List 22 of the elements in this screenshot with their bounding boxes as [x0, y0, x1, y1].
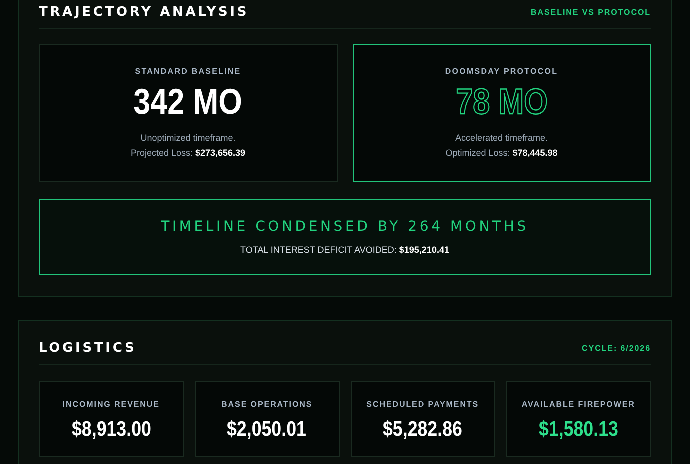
section-tag: BASELINE VS PROTOCOL — [531, 6, 651, 18]
card-label: STANDARD BASELINE — [135, 66, 242, 78]
card-value: 342 MO — [134, 84, 243, 120]
stat-value: $1,580.13 — [538, 418, 618, 440]
stat-label: SCHEDULED PAYMENTS — [366, 398, 480, 410]
section-tag: CYCLE: 6/2026 — [582, 342, 651, 354]
summary-detail: TOTAL INTEREST DEFICIT AVOIDED: $195,210.41 — [240, 244, 450, 257]
stat-label: BASE OPERATIONS — [222, 398, 313, 410]
card-note: Unoptimized timeframe. — [140, 132, 236, 145]
stat-value: $8,913.00 — [72, 418, 152, 440]
stat-value: $5,282.86 — [383, 418, 463, 440]
stat-label: INCOMING REVENUE — [62, 398, 160, 410]
summary-headline: TIMELINE CONDENSED BY 264 MONTHS — [161, 218, 529, 237]
stat-label: AVAILABLE FIREPOWER — [522, 398, 636, 410]
stat-value: $2,050.01 — [227, 418, 307, 440]
section-title: LOGISTICS — [39, 340, 137, 358]
section-title: TRAJECTORY ANALYSIS — [39, 4, 250, 22]
card-label: DOOMSDAY PROTOCOL — [445, 66, 558, 78]
loss-text: Optimized Loss: $78,445.98 — [446, 147, 558, 160]
card-note: Accelerated timeframe. — [455, 132, 548, 144]
loss-text: Projected Loss: $273,656.39 — [130, 147, 246, 160]
card-value: 78 MO — [456, 84, 548, 120]
